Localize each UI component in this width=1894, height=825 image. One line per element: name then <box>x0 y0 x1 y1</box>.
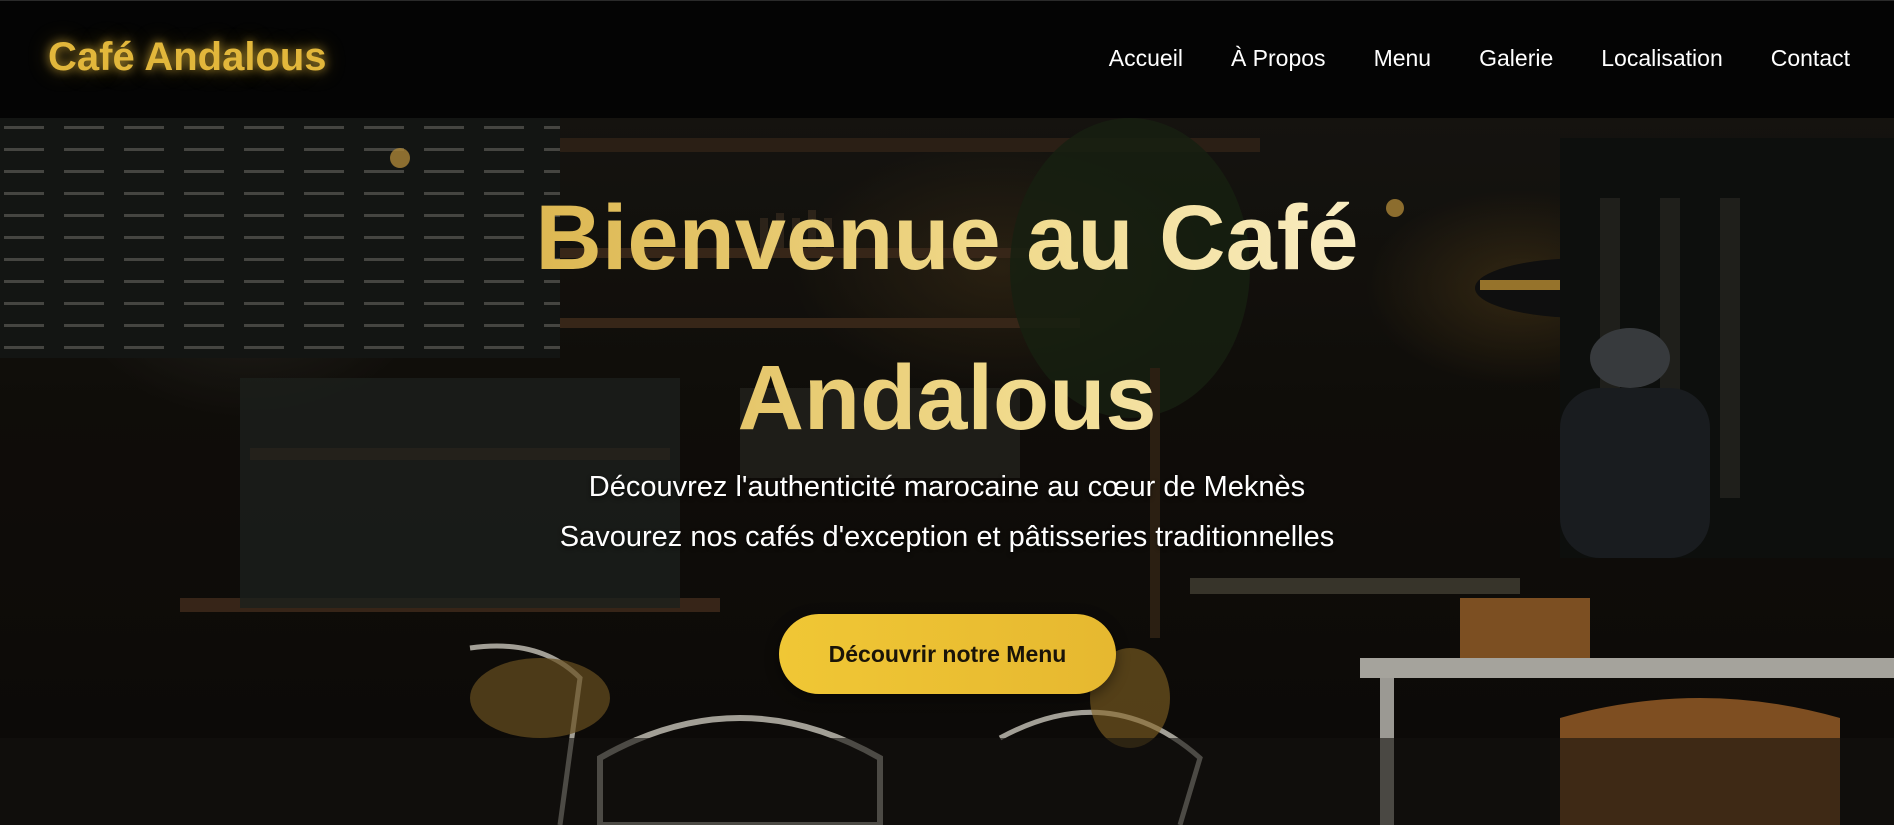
brand-logo[interactable]: Café Andalous <box>48 35 327 80</box>
hero-subtitle-1: Découvrez l'authenticité marocaine au cœ… <box>588 471 1306 503</box>
nav-link-accueil[interactable]: Accueil <box>1109 45 1183 72</box>
nav-link-menu[interactable]: Menu <box>1374 45 1432 72</box>
nav-link-contact[interactable]: Contact <box>1771 45 1850 72</box>
hero-title: Bienvenue au Café Andalous <box>447 158 1447 478</box>
nav-link-localisation[interactable]: Localisation <box>1601 45 1722 72</box>
hero-subtitle-2: Savourez nos cafés d'exception et pâtiss… <box>559 521 1335 553</box>
hero-content: Bienvenue au Café Andalous Découvrez l'a… <box>0 118 1894 825</box>
hero-section: Bienvenue au Café Andalous Découvrez l'a… <box>0 118 1894 825</box>
nav-link-a-propos[interactable]: À Propos <box>1231 45 1326 72</box>
site-header: Café Andalous Accueil À Propos Menu Gale… <box>0 0 1894 118</box>
discover-menu-button[interactable]: Découvrir notre Menu <box>779 614 1116 694</box>
main-nav: Accueil À Propos Menu Galerie Localisati… <box>1109 45 1850 72</box>
nav-link-galerie[interactable]: Galerie <box>1479 45 1553 72</box>
